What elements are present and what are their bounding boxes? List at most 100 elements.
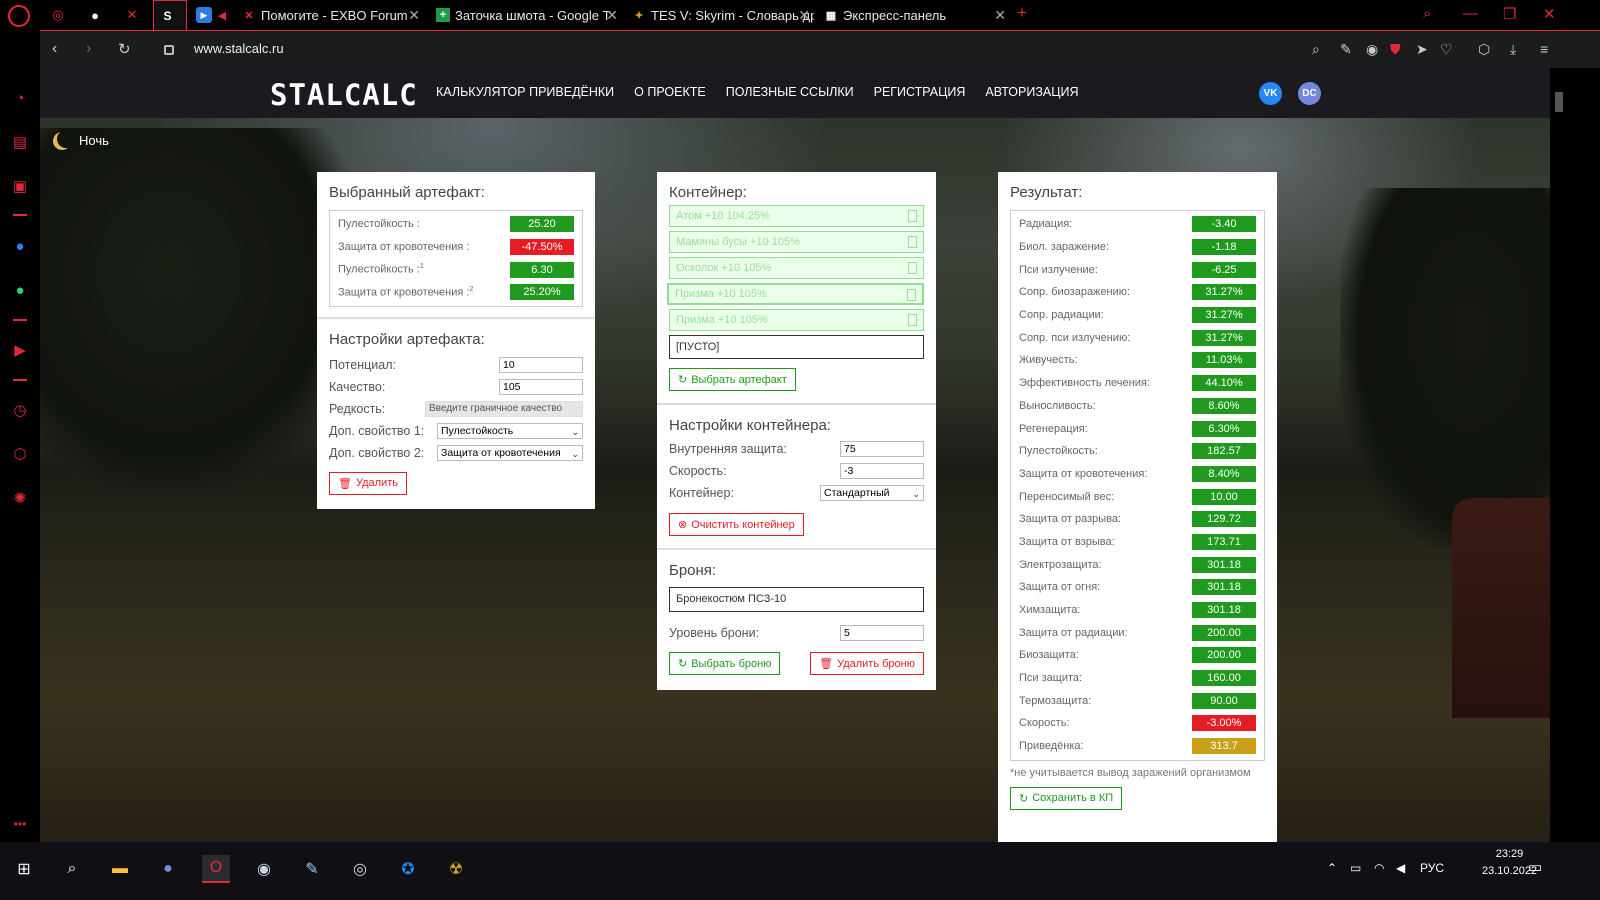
result-value: -1.18 [1192, 239, 1256, 256]
search-icon[interactable]: ⌕ [58, 855, 86, 883]
speed-dial-icon[interactable]: ◔ [10, 88, 30, 108]
document-icon[interactable] [907, 289, 916, 301]
more-icon[interactable]: ••• [10, 814, 30, 834]
settings-icon[interactable]: ✺ [10, 488, 30, 508]
save-to-clipboard-button[interactable]: ↻ Сохранить в КП [1010, 786, 1123, 810]
tab-exbo-forum[interactable]: ✕ Помогите - EXBO Forum ✕ [242, 0, 424, 30]
container-type-select[interactable]: Стандартный ⌄ [820, 485, 924, 501]
scrollbar[interactable] [1550, 68, 1568, 842]
minimize-icon[interactable]: — [1463, 5, 1478, 22]
volume-icon[interactable]: ◀ [1396, 861, 1405, 875]
player-icon[interactable]: ▶ [10, 340, 30, 360]
edit-icon[interactable]: ✎ [1340, 41, 1352, 58]
tab-skyrim[interactable]: ✦ TES V: Skyrim - Словарь др ✕ [632, 0, 814, 30]
reload-icon[interactable]: ↻ [118, 40, 131, 58]
close-tab-icon[interactable]: ✕ [798, 7, 810, 24]
document-icon[interactable] [908, 262, 917, 274]
refresh-icon: ↻ [1019, 792, 1029, 805]
stat-value: 6.30 [510, 261, 574, 278]
vpn-shield-icon[interactable]: ⛊ [1390, 41, 1401, 58]
gx-corner-icon[interactable]: ▤ [10, 132, 30, 152]
quality-input[interactable]: 105 [499, 378, 583, 395]
discord-icon[interactable]: DC [1298, 82, 1321, 105]
document-icon[interactable] [908, 210, 917, 222]
paint-icon[interactable]: ✎ [298, 855, 326, 883]
opera-taskbar-icon[interactable]: O [202, 855, 230, 883]
vk-icon[interactable]: VK [1259, 82, 1282, 105]
close-window-icon[interactable]: ✕ [1543, 5, 1556, 23]
scrollbar-thumb[interactable] [1555, 92, 1563, 112]
nav-calculator[interactable]: КАЛЬКУЛЯТОР ПРИВЕДЁНКИ [436, 85, 614, 99]
delete-artifact-button[interactable]: 🗑 Удалить [329, 471, 407, 495]
language-indicator[interactable]: РУС [1420, 861, 1444, 875]
container-slot[interactable]: Мамины бусы +10 105% [669, 231, 924, 253]
night-mode-toggle[interactable]: Ночь [53, 131, 109, 149]
document-icon[interactable] [908, 314, 917, 326]
url-field[interactable]: www.stalcalc.ru [194, 41, 284, 56]
armor-name-field[interactable]: Бронекостюм ПСЗ-10 [669, 587, 924, 612]
obs-icon[interactable]: ◎ [346, 855, 374, 883]
close-tab-icon[interactable]: ✕ [994, 7, 1006, 24]
nav-links[interactable]: ПОЛЕЗНЫЕ ССЫЛКИ [726, 85, 854, 99]
speed-input[interactable]: -3 [840, 463, 924, 479]
download-icon[interactable]: ⤓ [1510, 41, 1516, 58]
stalcraft-icon[interactable]: ☢ [442, 855, 470, 883]
tab-express-panel[interactable]: ▦ Экспресс-панель ✕ [824, 0, 1010, 30]
delete-armor-button[interactable]: 🗑 Удалить броню [810, 652, 924, 675]
select-armor-button[interactable]: ↻ Выбрать броню [669, 652, 781, 675]
forward-icon[interactable]: › [86, 40, 91, 58]
globe-icon[interactable]: ● [87, 7, 103, 23]
twitch-icon[interactable]: ▣ [10, 176, 30, 196]
nav-register[interactable]: РЕГИСТРАЦИЯ [874, 85, 966, 99]
windows-start-icon[interactable]: ⊞ [10, 855, 38, 883]
gamepad-icon[interactable]: ◎ [50, 7, 66, 23]
armor-level-input[interactable]: 5 [840, 625, 924, 641]
messenger-icon[interactable]: ● [10, 236, 30, 256]
extensions-icon[interactable]: ⬡ [10, 444, 30, 464]
potential-input[interactable]: 10 [499, 356, 583, 373]
site-logo[interactable]: STALCALC [270, 78, 418, 112]
speaker-icon[interactable]: ◀ [214, 7, 230, 23]
tab-stalcalc[interactable]: S [153, 0, 187, 30]
discord-taskbar-icon[interactable]: ● [154, 855, 182, 883]
prop2-select[interactable]: Защита от кровотечения ⌄ [437, 444, 583, 461]
menu-icon[interactable]: ≡ [1540, 41, 1548, 57]
clear-container-button[interactable]: ⊗ Очистить контейнер [669, 513, 804, 536]
nav-about[interactable]: О ПРОЕКТЕ [634, 85, 706, 99]
play-icon[interactable]: ▶ [196, 7, 212, 23]
opera-menu-icon[interactable] [8, 5, 30, 27]
inner-protection-input[interactable]: 75 [840, 441, 924, 457]
send-icon[interactable]: ➤ [1416, 41, 1428, 58]
close-tab-icon[interactable]: ✕ [606, 7, 618, 24]
heart-icon[interactable]: ♡ [1440, 41, 1453, 58]
container-slot[interactable]: Призма +10 105% [669, 309, 924, 331]
file-explorer-icon[interactable]: ▬ [106, 855, 134, 883]
nav-login[interactable]: АВТОРИЗАЦИЯ [985, 85, 1078, 99]
container-slot[interactable]: Атом +10 104.25% [669, 205, 924, 227]
camera-icon[interactable]: ◉ [1366, 41, 1378, 58]
rarity-field[interactable]: Введите граничное качество [425, 400, 583, 417]
exbo-icon[interactable]: ✕ [124, 7, 140, 23]
cube-icon[interactable]: ⬡ [1478, 41, 1490, 58]
new-tab-icon[interactable]: + [1017, 3, 1027, 23]
tab-google-sheets[interactable]: + Заточка шмота - Google Т ✕ [436, 0, 622, 30]
search-icon[interactable]: ⌕ [1312, 41, 1320, 58]
battlenet-icon[interactable]: ✪ [394, 855, 422, 883]
container-slot-dragging[interactable]: Призма +10 105% [667, 283, 924, 305]
select-artifact-button[interactable]: ↻ Выбрать артефакт [669, 368, 796, 391]
back-icon[interactable]: ‹ [52, 40, 57, 58]
notifications-icon[interactable]: ▭ [1528, 858, 1542, 876]
history-icon[interactable]: ◷ [10, 400, 30, 420]
empty-slot[interactable]: [ПУСТО] [669, 335, 924, 359]
wifi-icon[interactable]: ◠ [1374, 861, 1384, 875]
whatsapp-icon[interactable]: ● [10, 280, 30, 300]
prop1-select[interactable]: Пулестойкость ⌄ [437, 422, 583, 439]
container-slot[interactable]: Осколок +10 105% [669, 257, 924, 279]
battery-icon[interactable]: ▭ [1350, 861, 1361, 875]
restore-icon[interactable]: ❐ [1503, 5, 1516, 23]
steam-icon[interactable]: ◉ [250, 855, 278, 883]
tray-chevron-icon[interactable]: ⌃ [1327, 861, 1337, 875]
close-tab-icon[interactable]: ✕ [408, 7, 420, 24]
document-icon[interactable] [908, 236, 917, 248]
search-tabs-icon[interactable]: ⌕ [1423, 5, 1431, 22]
